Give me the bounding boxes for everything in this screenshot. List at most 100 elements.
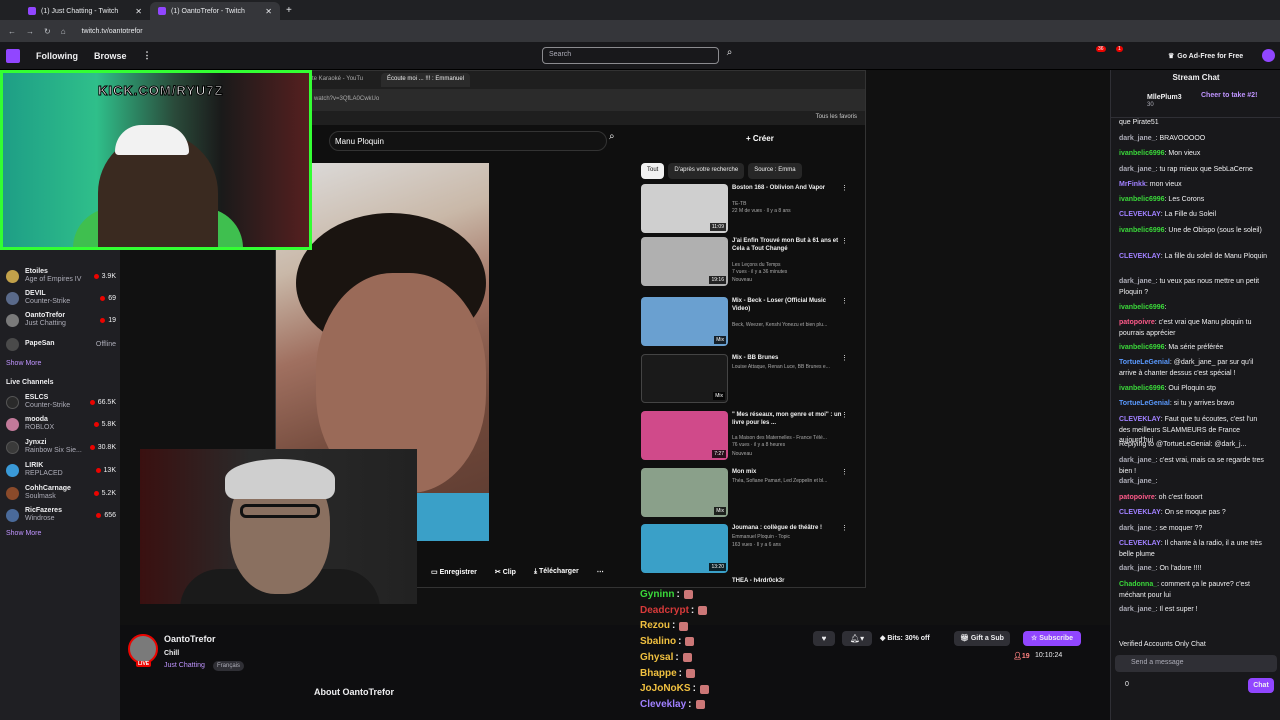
- chat-text: Replying to @TortueLeGenial: @dark_j...: [1119, 441, 1247, 448]
- stream-category[interactable]: Just Chatting: [164, 662, 205, 669]
- back-icon[interactable]: ←: [8, 27, 16, 36]
- youtube-suggested-video: Mix Mix - BB Brunes Louise Attaque, Rena…: [641, 354, 851, 404]
- browser-tab-oantotrefor[interactable]: (1) OantoTrefor - Twitch ✕: [150, 2, 280, 20]
- channel-avatar[interactable]: [128, 634, 158, 664]
- chat-username[interactable]: dark_jane_: [1119, 606, 1156, 613]
- chat-username[interactable]: MrFinkk: [1119, 181, 1146, 188]
- chat-username[interactable]: ivanbelic6996: [1119, 385, 1165, 392]
- chat-username[interactable]: ivanbelic6996: [1119, 227, 1165, 234]
- chat-username[interactable]: ivanbelic6996: [1119, 196, 1165, 203]
- channel-avatar: [6, 313, 19, 327]
- viewer-count: 5.2K: [101, 489, 116, 497]
- chat-username[interactable]: CLEVEKLAY: [1119, 211, 1161, 218]
- chat-username[interactable]: CLEVEKLAY: [1119, 253, 1161, 260]
- chat-username[interactable]: CLEVEKLAY: [1119, 416, 1161, 423]
- subscribe-button[interactable]: ☆ Subscribe: [1023, 631, 1082, 646]
- chat-username[interactable]: ivanbelic6996: [1119, 304, 1165, 311]
- chat-username[interactable]: CLEVEKLAY: [1119, 540, 1161, 547]
- sidebar-channel[interactable]: OantoTrefor Just Chatting 19: [6, 309, 116, 331]
- chat-username[interactable]: dark_jane_: [1119, 166, 1156, 173]
- chat-text: : Oui Ploquin stp: [1164, 385, 1216, 392]
- url-field[interactable]: twitch.tv/oantotrefor: [82, 28, 143, 35]
- chat-username[interactable]: dark_jane_: [1119, 457, 1156, 464]
- language-tag[interactable]: Français: [213, 661, 245, 671]
- youtube-suggested-video: 7:27 " Mes réseaux, mon genre et moi" : …: [641, 411, 851, 461]
- video-title: Mix - Beck - Loser (Official Music Video…: [732, 298, 827, 312]
- more-icon[interactable]: ⋮: [143, 50, 152, 61]
- channel-name: ESLCS: [25, 394, 49, 401]
- chat-username[interactable]: CLEVEKLAY: [1119, 509, 1161, 516]
- home-icon[interactable]: ⌂: [61, 27, 66, 36]
- chat-username[interactable]: patopoivre: [1119, 494, 1155, 501]
- channel-game: Soulmask: [25, 493, 56, 500]
- nav-browse[interactable]: Browse: [94, 51, 127, 61]
- chat-send-button[interactable]: Chat: [1248, 678, 1274, 693]
- chat-username[interactable]: dark_jane_: [1119, 525, 1156, 532]
- sidebar-channel[interactable]: mooda ROBLOX 5.8K: [6, 413, 116, 435]
- sidebar-channel[interactable]: PapeSan Offline: [6, 333, 116, 355]
- sidebar-channel[interactable]: DEVIL Counter-Strike 69: [6, 287, 116, 309]
- reload-icon[interactable]: ↻: [44, 27, 51, 36]
- browser-tab-just-chatting[interactable]: (1) Just Chatting - Twitch ✕: [20, 2, 150, 20]
- streamer-webcam: KICK.COM/RYU7Z: [0, 70, 312, 250]
- chat-username[interactable]: dark_jane_: [1119, 278, 1156, 285]
- chat-input[interactable]: Send a message: [1115, 655, 1277, 672]
- sidebar-channel[interactable]: LIRIK REPLACED 13K: [6, 459, 116, 481]
- pinned-cheer[interactable]: MllePlum3 30 Cheer to take #2!: [1111, 86, 1280, 118]
- show-more-link[interactable]: Show More: [6, 530, 41, 537]
- address-bar: ← → ↻ ⌂ twitch.tv/oantotrefor: [0, 20, 1280, 42]
- chat-username[interactable]: patopoivre: [1119, 319, 1155, 326]
- sidebar-channel[interactable]: ESLCS Counter-Strike 66.5K: [6, 391, 116, 413]
- viewer-count: 3.9K: [101, 272, 116, 280]
- channel-points[interactable]: 0: [1125, 681, 1129, 688]
- gift-sub-button[interactable]: 🎁︎ Gift a Sub: [954, 631, 1010, 646]
- sidebar-channel[interactable]: CohhCarnage Soulmask 5.2K: [6, 482, 116, 504]
- search-icon[interactable]: ⌕: [722, 47, 737, 64]
- video-thumbnail: Mix: [641, 354, 728, 403]
- chat-username[interactable]: TortueLeGenial: [1119, 359, 1170, 366]
- create-label: Créer: [752, 134, 774, 143]
- video-duration: 13:20: [709, 563, 726, 571]
- channel-avatar: [6, 395, 19, 409]
- live-dot-icon: [93, 273, 99, 279]
- chat-username[interactable]: dark_jane_: [1119, 565, 1156, 572]
- chat-username[interactable]: ivanbelic6996: [1119, 344, 1165, 351]
- close-icon[interactable]: ✕: [135, 7, 142, 16]
- close-icon[interactable]: ✕: [265, 7, 272, 16]
- twitch-favicon-icon: [158, 7, 166, 15]
- stream-address-bar: watch?v=3QfLA0CwkUo: [276, 89, 865, 111]
- emote-icon: [695, 700, 705, 710]
- show-more-link[interactable]: Show More: [6, 360, 41, 367]
- chat-text: : On se moque pas ?: [1160, 509, 1226, 516]
- sidebar-channel[interactable]: Jynxzi Rainbow Six Sie... 30.8K: [6, 436, 116, 458]
- video-channel: Louise Attaque, Renan Luce, BB Brunes e.…: [732, 364, 830, 370]
- bits-button[interactable]: ◆ Bits: 30% off: [880, 631, 930, 646]
- nav-following[interactable]: Following: [36, 51, 78, 61]
- chat-username[interactable]: TortueLeGenial: [1119, 400, 1170, 407]
- hype-name-row: Deadcrypt:: [640, 603, 760, 619]
- channel-name[interactable]: OantoTrefor: [164, 634, 216, 644]
- search-input[interactable]: Search: [542, 47, 719, 64]
- chat-username[interactable]: Chadonna_: [1119, 581, 1157, 588]
- viewer-count: 30.8K: [97, 443, 116, 451]
- viewer-count: 69: [108, 294, 116, 302]
- hype-name: Sbalino: [640, 636, 677, 648]
- chat-message: que Pirate51: [1119, 118, 1269, 129]
- chat-username[interactable]: dark_jane_: [1119, 478, 1156, 485]
- sidebar-channel[interactable]: RicFazeres Windrose 656: [6, 504, 116, 526]
- new-tab-button[interactable]: +: [286, 5, 292, 16]
- twitch-logo-icon[interactable]: [6, 48, 20, 63]
- chat-username[interactable]: ivanbelic6996: [1119, 150, 1165, 157]
- live-dot-icon: [89, 444, 95, 450]
- chat-text: : Une de Obispo (sous le soleil): [1164, 227, 1262, 234]
- channel-game: Counter-Strike: [25, 298, 71, 305]
- user-avatar[interactable]: [1262, 49, 1275, 62]
- go-ad-free-button[interactable]: ♛ Go Ad-Free for Free: [1168, 49, 1243, 63]
- sidebar-channel[interactable]: Etoiles Age of Empires IV 3.9K: [6, 265, 116, 287]
- chat-username[interactable]: dark_jane_: [1119, 135, 1156, 142]
- notifications-bell-button[interactable]: 🔔︎▾: [842, 631, 872, 646]
- forward-icon[interactable]: →: [26, 27, 34, 36]
- follow-heart-button[interactable]: ♥: [813, 631, 835, 646]
- gift-label: Gift a Sub: [970, 635, 1004, 642]
- video-duration: Mix: [714, 336, 726, 344]
